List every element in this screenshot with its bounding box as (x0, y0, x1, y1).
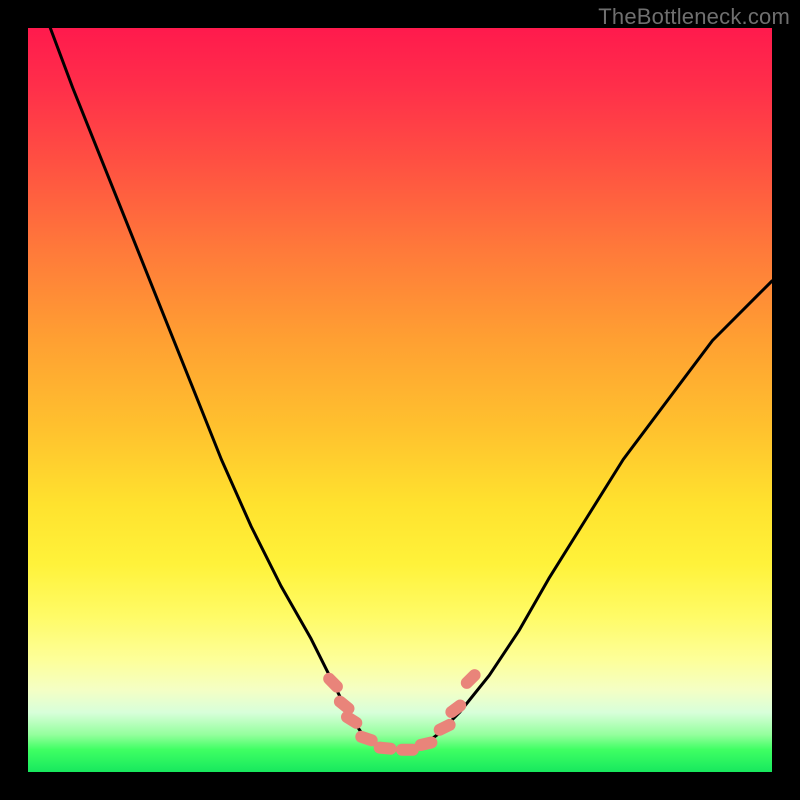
gradient-background (28, 28, 772, 772)
chart-stage: TheBottleneck.com (0, 0, 800, 800)
watermark-text: TheBottleneck.com (598, 4, 790, 30)
